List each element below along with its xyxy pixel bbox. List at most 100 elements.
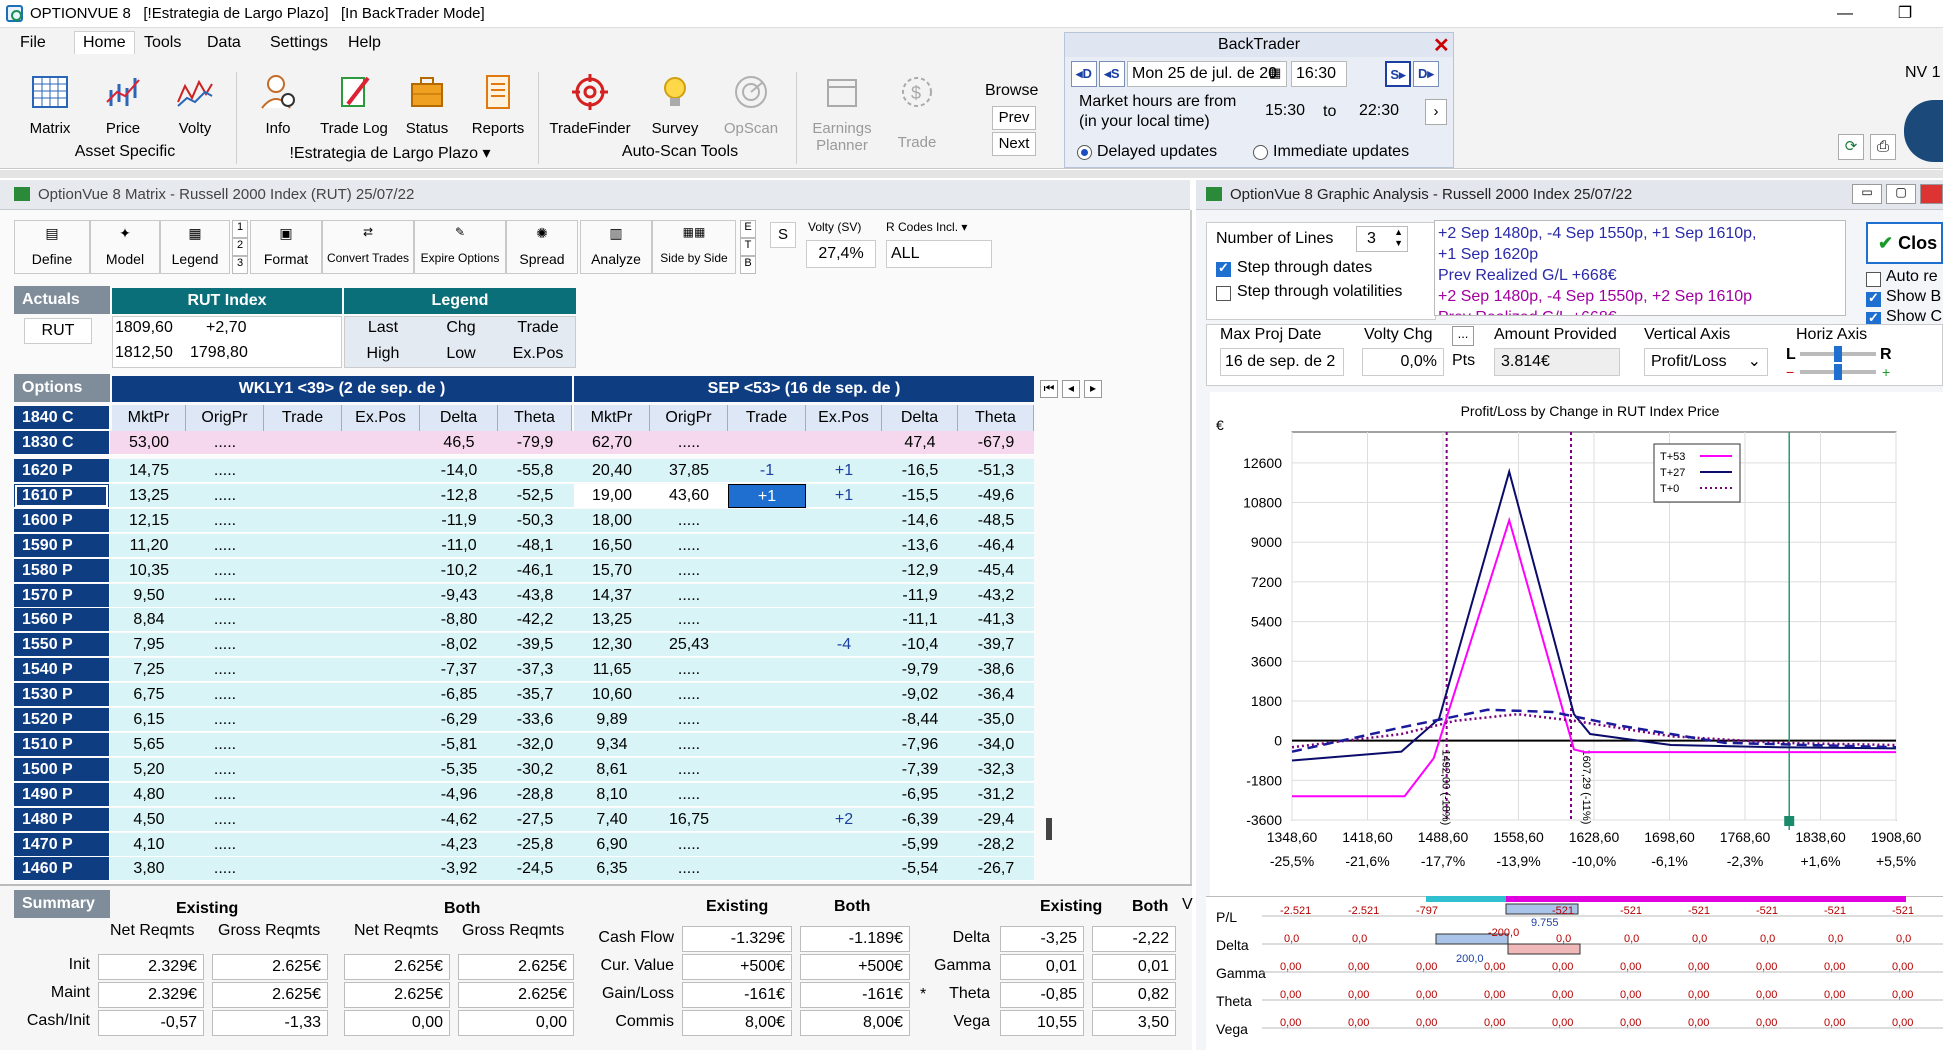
- num-lines-spinner[interactable]: 3 ▲ ▼: [1356, 226, 1408, 252]
- menu-help[interactable]: Help: [348, 34, 381, 52]
- immediate-radio[interactable]: [1253, 145, 1268, 160]
- table-cell[interactable]: [728, 658, 806, 682]
- table-cell[interactable]: [264, 808, 342, 832]
- next-day-button[interactable]: D▸: [1413, 61, 1439, 87]
- table-cell[interactable]: [728, 833, 806, 857]
- table-cell[interactable]: [264, 509, 342, 533]
- menu-data[interactable]: Data: [207, 34, 241, 52]
- price-button[interactable]: Price: [88, 72, 158, 137]
- hours-from-field[interactable]: 15:30: [1261, 99, 1315, 125]
- hours-to-field[interactable]: 22:30: [1355, 99, 1409, 125]
- table-cell[interactable]: [728, 509, 806, 533]
- table-cell[interactable]: [728, 633, 806, 657]
- t-button[interactable]: T: [740, 238, 756, 256]
- strike-label[interactable]: 1470 P: [14, 832, 109, 857]
- haxis-slider-thumb[interactable]: [1834, 346, 1842, 362]
- strategy-group-dropdown[interactable]: !Estrategia de Largo Plazo ▾: [250, 143, 530, 163]
- delayed-radio[interactable]: [1077, 145, 1092, 160]
- menu-home[interactable]: Home: [74, 31, 135, 54]
- menu-file[interactable]: File: [20, 34, 46, 52]
- model-button[interactable]: ✦ Model: [90, 220, 160, 274]
- strike-label[interactable]: 1500 P: [14, 757, 109, 782]
- strike-label[interactable]: 1460 P: [14, 857, 109, 882]
- strike-label[interactable]: 1590 P: [14, 533, 109, 558]
- strike-label[interactable]: 1530 P: [14, 683, 109, 708]
- rcodes-field[interactable]: ALL: [886, 240, 992, 268]
- volty-field[interactable]: 27,4%: [806, 240, 876, 268]
- table-cell[interactable]: [728, 708, 806, 732]
- volty-chg-field[interactable]: 0,0%: [1362, 348, 1444, 376]
- positions-list[interactable]: +2 Sep 1480p, -4 Sep 1550p, +1 Sep 1610p…: [1434, 220, 1846, 316]
- table-cell[interactable]: [728, 608, 806, 632]
- scrollbar-thumb[interactable]: [1046, 818, 1052, 840]
- prev-button[interactable]: Prev: [992, 106, 1036, 130]
- table-cell[interactable]: [264, 534, 342, 558]
- reports-button[interactable]: Reports: [463, 72, 533, 137]
- vaxis-select[interactable]: Profit/Loss ⌄: [1644, 348, 1768, 376]
- table-cell[interactable]: [264, 608, 342, 632]
- table-cell[interactable]: [728, 758, 806, 782]
- minimize-icon[interactable]: —: [1825, 3, 1865, 25]
- menu-tools[interactable]: Tools: [144, 34, 181, 52]
- s-button[interactable]: S: [770, 222, 796, 248]
- table-cell[interactable]: [264, 733, 342, 757]
- close-button[interactable]: ✔ Clos: [1866, 222, 1943, 264]
- strike-label[interactable]: 1550 P: [14, 633, 109, 658]
- current-price-marker[interactable]: [1784, 816, 1795, 826]
- minimize-icon[interactable]: ▭: [1852, 184, 1882, 204]
- close-icon[interactable]: ✕: [1433, 33, 1450, 58]
- prev-page-icon[interactable]: ◂: [1062, 380, 1080, 398]
- first-page-icon[interactable]: ⏮: [1040, 380, 1058, 398]
- table-cell[interactable]: [728, 733, 806, 757]
- zoom-slider-thumb[interactable]: [1834, 364, 1842, 380]
- define-button[interactable]: ▤ Define: [14, 220, 90, 274]
- spread-button[interactable]: ✺ Spread: [506, 220, 578, 274]
- tradefinder-button[interactable]: TradeFinder: [548, 72, 632, 137]
- table-cell[interactable]: [728, 857, 806, 881]
- minus-icon[interactable]: −: [1786, 364, 1794, 380]
- prev-session-button[interactable]: ◂S: [1099, 61, 1125, 87]
- analyze-button[interactable]: ▥ Analyze: [580, 220, 652, 274]
- next-button[interactable]: Next: [992, 132, 1036, 156]
- next-page-icon[interactable]: ▸: [1084, 380, 1102, 398]
- table-cell[interactable]: [264, 633, 342, 657]
- table-cell[interactable]: [728, 431, 806, 455]
- strike-label[interactable]: 1540 P: [14, 658, 109, 683]
- survey-button[interactable]: Survey: [640, 72, 710, 137]
- table-cell[interactable]: [264, 559, 342, 583]
- strike-label[interactable]: 1600 P: [14, 508, 109, 533]
- table-cell[interactable]: [264, 658, 342, 682]
- table-cell[interactable]: [728, 683, 806, 707]
- date-field[interactable]: Mon 25 de jul. de 20: [1127, 61, 1287, 87]
- strike-label[interactable]: 1510 P: [14, 732, 109, 757]
- table-cell[interactable]: [264, 783, 342, 807]
- strike-label[interactable]: 1480 P: [14, 807, 109, 832]
- plus-icon[interactable]: +: [1882, 364, 1890, 380]
- matrix-button[interactable]: Matrix: [15, 72, 85, 137]
- strike-label[interactable]: 1490 P: [14, 782, 109, 807]
- strike-label[interactable]: 1840 C: [14, 406, 109, 430]
- chevron-right-icon[interactable]: ›: [1425, 99, 1447, 125]
- step-volty-checkbox[interactable]: [1216, 286, 1231, 301]
- expire-options-button[interactable]: ✎ Expire Options: [414, 220, 506, 274]
- strike-label[interactable]: 1610 P: [14, 483, 109, 508]
- table-cell[interactable]: [728, 534, 806, 558]
- table-cell[interactable]: [264, 683, 342, 707]
- restore-icon[interactable]: ❐: [1885, 3, 1925, 25]
- show-b-checkbox[interactable]: [1866, 290, 1881, 307]
- table-cell[interactable]: [264, 708, 342, 732]
- table-cell[interactable]: [264, 833, 342, 857]
- format-button[interactable]: ▣ Format: [250, 220, 322, 274]
- menu-settings[interactable]: Settings: [270, 34, 328, 52]
- volty-button[interactable]: Volty: [160, 72, 230, 137]
- rut-symbol[interactable]: RUT: [24, 318, 92, 344]
- table-cell[interactable]: [728, 808, 806, 832]
- b-button[interactable]: B: [740, 256, 756, 274]
- max-proj-field[interactable]: 16 de sep. de 2: [1220, 348, 1344, 376]
- maximize-icon[interactable]: ▢: [1886, 184, 1916, 204]
- print-icon[interactable]: ⎙: [1870, 134, 1896, 160]
- strike-label[interactable]: 1560 P: [14, 608, 109, 633]
- table-cell[interactable]: [264, 758, 342, 782]
- table-cell[interactable]: +1: [728, 483, 806, 508]
- table-cell[interactable]: -1: [728, 459, 806, 483]
